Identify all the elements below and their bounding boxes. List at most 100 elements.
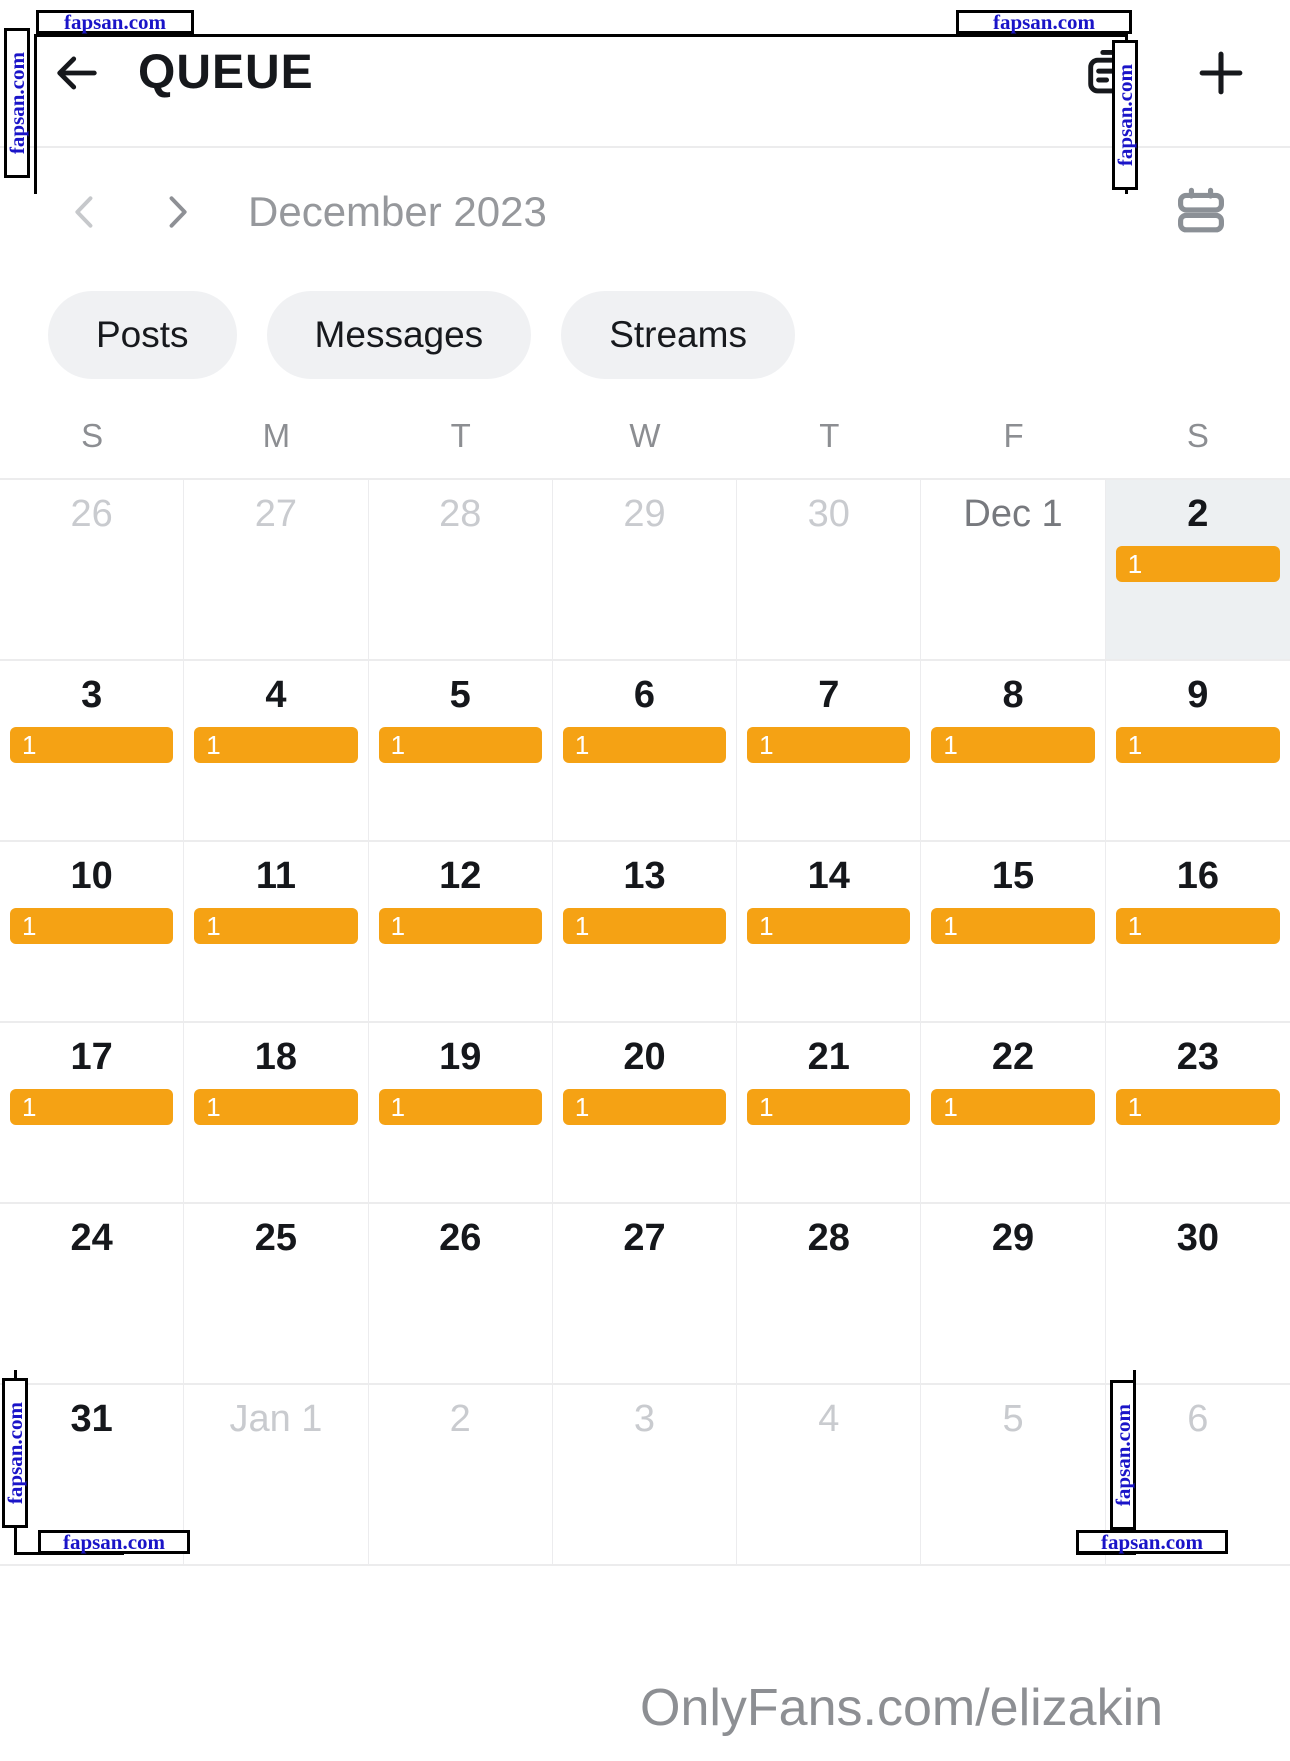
previous-month-button[interactable] xyxy=(58,185,112,239)
weekday-label: T xyxy=(819,417,840,454)
calendar-day-cell[interactable]: 41 xyxy=(184,661,369,842)
add-button[interactable] xyxy=(1190,42,1252,104)
calendar-day-cell[interactable]: 51 xyxy=(368,661,553,842)
app-bar-actions xyxy=(1080,42,1252,104)
day-event-badge[interactable]: 1 xyxy=(1115,1089,1280,1125)
event-count: 1 xyxy=(574,1092,590,1122)
day-number: 4 xyxy=(265,674,287,716)
calendar-day-cell[interactable]: 4 xyxy=(737,1385,922,1566)
day-number: 16 xyxy=(1176,855,1219,897)
day-event-badge[interactable]: 1 xyxy=(10,1089,174,1125)
day-number: 24 xyxy=(70,1217,113,1259)
calendar-day-cell[interactable]: 6 xyxy=(1105,1385,1290,1566)
calendar-day-cell[interactable]: 2 xyxy=(368,1385,553,1566)
calendar-day-cell[interactable]: 14 1 xyxy=(737,842,922,1023)
calendar-day-cell[interactable]: 21 xyxy=(1105,480,1290,661)
calendar-day-cell[interactable]: 16 1 xyxy=(1105,842,1290,1023)
day-event-badge[interactable]: 1 xyxy=(378,727,542,763)
event-count: 1 xyxy=(759,911,774,941)
back-button[interactable] xyxy=(44,40,110,106)
day-event-badge[interactable]: 1 xyxy=(562,1089,727,1125)
day-number: 30 xyxy=(1176,1217,1219,1259)
day-event-badge[interactable]: 1 xyxy=(1115,727,1280,763)
calendar-day-cell[interactable]: Dec 1 xyxy=(921,480,1106,661)
filter-chip-label: Posts xyxy=(96,314,189,355)
filter-chip-messages[interactable]: Messages xyxy=(266,291,532,379)
view-toggle-button[interactable] xyxy=(1166,177,1236,247)
day-number: 3 xyxy=(633,1398,656,1440)
calendar-day-cell[interactable]: 71 xyxy=(737,661,922,842)
day-event-badge[interactable]: 1 xyxy=(194,727,358,763)
day-event-badge[interactable]: 1 xyxy=(10,908,174,944)
filter-chip-streams[interactable]: Streams xyxy=(561,291,795,379)
day-number: 18 xyxy=(254,1036,298,1078)
calendar-day-cell[interactable]: 13 1 xyxy=(552,842,738,1023)
day-event-badge[interactable]: 1 xyxy=(1115,908,1280,944)
calendar-day-cell[interactable]: 27 xyxy=(552,1204,738,1385)
calendar-day-cell[interactable]: 27 xyxy=(184,480,369,661)
calendar-day-cell[interactable]: 26 xyxy=(0,480,185,661)
next-month-button[interactable] xyxy=(150,185,204,239)
calendar-day-cell[interactable]: 30 xyxy=(737,480,922,661)
day-number: 2 xyxy=(1187,493,1209,535)
day-number: Dec 1 xyxy=(963,493,1063,535)
event-count: 1 xyxy=(22,1092,37,1122)
calendar-day-cell[interactable]: 25 xyxy=(184,1204,369,1385)
calendar-day-cell[interactable]: 26 xyxy=(368,1204,553,1385)
day-number: 7 xyxy=(818,674,840,716)
calendar-day-cell[interactable]: 24 xyxy=(0,1204,185,1385)
event-count: 1 xyxy=(1127,549,1143,579)
calendar-day-cell[interactable]: 18 1 xyxy=(184,1023,369,1204)
day-event-badge[interactable]: 1 xyxy=(747,1089,911,1125)
calendar-day-cell[interactable]: 22 1 xyxy=(921,1023,1106,1204)
calendar-day-cell[interactable]: 19 1 xyxy=(368,1023,553,1204)
day-number: 8 xyxy=(1002,674,1024,716)
day-number: 5 xyxy=(449,674,471,716)
calendar-day-cell[interactable]: 30 xyxy=(1105,1204,1290,1385)
calendar-day-cell[interactable]: 61 xyxy=(552,661,738,842)
day-number: Jan 1 xyxy=(229,1398,323,1440)
calendar-day-cell[interactable]: 28 xyxy=(368,480,553,661)
calendar-day-cell[interactable]: 10 1 xyxy=(0,842,185,1023)
event-count: 1 xyxy=(759,1092,774,1122)
day-number: 15 xyxy=(991,855,1035,897)
queue-list-button[interactable] xyxy=(1080,42,1142,104)
calendar-day-cell[interactable]: 23 1 xyxy=(1105,1023,1290,1204)
day-event-badge[interactable]: 1 xyxy=(747,727,911,763)
calendar-day-cell[interactable]: 31 xyxy=(0,1385,185,1566)
day-event-badge[interactable]: 1 xyxy=(931,1089,1095,1125)
calendar-day-cell[interactable]: 81 xyxy=(921,661,1106,842)
day-number: 5 xyxy=(1002,1398,1024,1440)
day-event-badge[interactable]: 1 xyxy=(562,908,727,944)
day-event-badge[interactable]: 1 xyxy=(378,1089,542,1125)
calendar-day-cell[interactable]: 15 1 xyxy=(921,842,1106,1023)
calendar-day-cell[interactable]: 91 xyxy=(1105,661,1290,842)
filter-chip-posts[interactable]: Posts xyxy=(48,291,237,379)
calendar-day-cell[interactable]: 11 1 xyxy=(184,842,369,1023)
calendar-day-cell[interactable]: 31 xyxy=(0,661,185,842)
arrow-left-icon xyxy=(57,56,97,90)
calendar-day-cell[interactable]: 17 1 xyxy=(0,1023,185,1204)
day-event-badge[interactable]: 1 xyxy=(747,908,911,944)
day-event-badge[interactable]: 1 xyxy=(10,727,174,763)
calendar-day-cell[interactable]: 12 1 xyxy=(368,842,553,1023)
plus-icon xyxy=(1199,51,1243,95)
day-event-badge[interactable]: 1 xyxy=(378,908,542,944)
calendar-day-cell[interactable]: 29 xyxy=(552,480,738,661)
day-event-badge[interactable]: 1 xyxy=(194,1089,358,1125)
weekday-label: S xyxy=(1186,417,1209,454)
calendar-day-cell[interactable]: 28 xyxy=(737,1204,922,1385)
calendar-day-cell[interactable]: 21 1 xyxy=(737,1023,922,1204)
day-number: 26 xyxy=(70,493,113,535)
calendar-day-cell[interactable]: 5 xyxy=(921,1385,1106,1566)
calendar-day-cell[interactable]: 20 1 xyxy=(552,1023,738,1204)
day-event-badge[interactable]: 1 xyxy=(194,908,358,944)
calendar-day-cell[interactable]: 29 xyxy=(921,1204,1106,1385)
day-number: 12 xyxy=(439,855,482,897)
day-event-badge[interactable]: 1 xyxy=(931,727,1095,763)
day-event-badge[interactable]: 1 xyxy=(1115,546,1280,582)
day-event-badge[interactable]: 1 xyxy=(931,908,1095,944)
day-event-badge[interactable]: 1 xyxy=(562,727,727,763)
calendar-day-cell[interactable]: Jan 1 xyxy=(184,1385,369,1566)
calendar-day-cell[interactable]: 3 xyxy=(552,1385,738,1566)
